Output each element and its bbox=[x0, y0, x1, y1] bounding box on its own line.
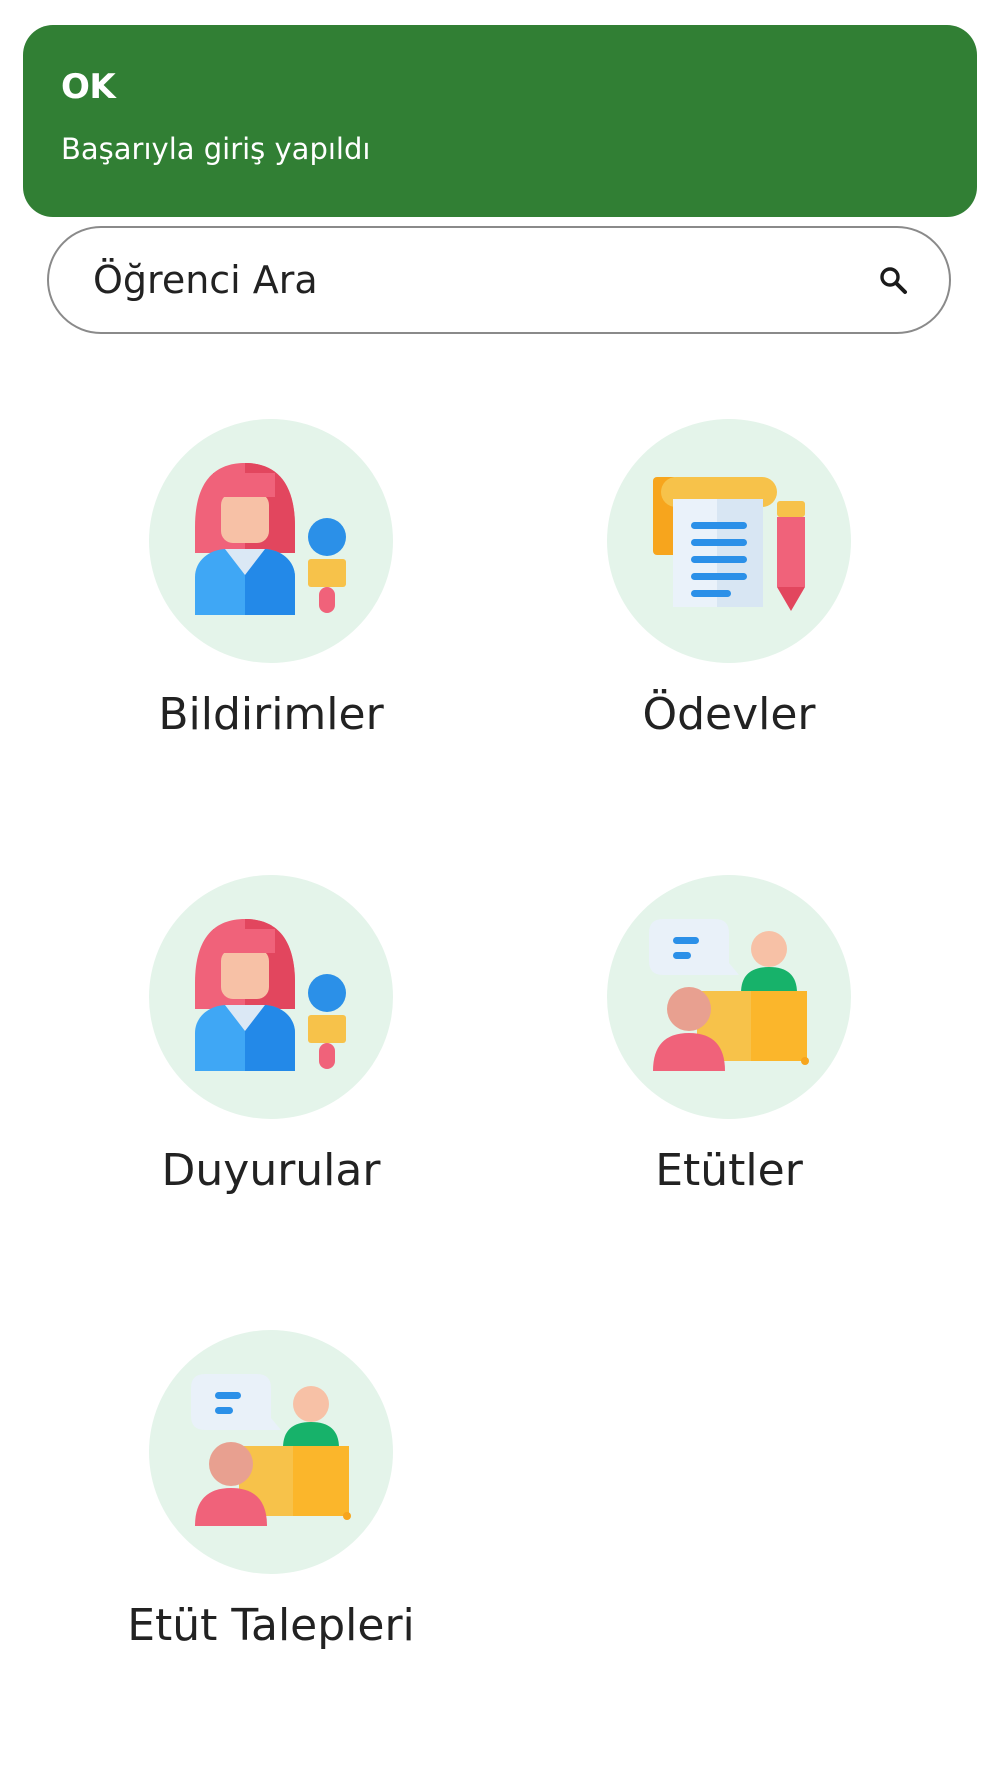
menu-item-label: Ödevler bbox=[642, 689, 816, 740]
menu-item-odevler[interactable]: Ödevler bbox=[549, 419, 909, 799]
presenter-microphone-icon bbox=[195, 463, 346, 615]
study-session-icon bbox=[649, 919, 809, 1071]
menu-item-label: Etüt Talepleri bbox=[127, 1600, 415, 1651]
menu-item-label: Bildirimler bbox=[158, 689, 384, 740]
homework-document-icon bbox=[653, 477, 805, 611]
search-icon bbox=[880, 267, 907, 294]
presenter-microphone-icon bbox=[195, 919, 346, 1071]
menu-item-bildirimler[interactable]: Bildirimler bbox=[91, 419, 451, 799]
menu-item-duyurular[interactable]: Duyurular bbox=[91, 875, 451, 1255]
study-session-icon bbox=[191, 1374, 351, 1526]
menu-item-etutler[interactable]: Etütler bbox=[549, 875, 909, 1255]
toast-title: OK bbox=[61, 67, 116, 107]
menu-item-etut-talepleri[interactable]: Etüt Talepleri bbox=[91, 1330, 451, 1710]
menu-item-label: Etütler bbox=[655, 1145, 803, 1196]
menu-item-label: Duyurular bbox=[161, 1145, 381, 1196]
student-search-input[interactable] bbox=[93, 228, 853, 332]
toast-message: Başarıyla giriş yapıldı bbox=[61, 132, 371, 166]
search-button[interactable] bbox=[867, 254, 919, 306]
student-search-bar bbox=[47, 226, 951, 334]
success-toast: OK Başarıyla giriş yapıldı bbox=[23, 25, 977, 217]
